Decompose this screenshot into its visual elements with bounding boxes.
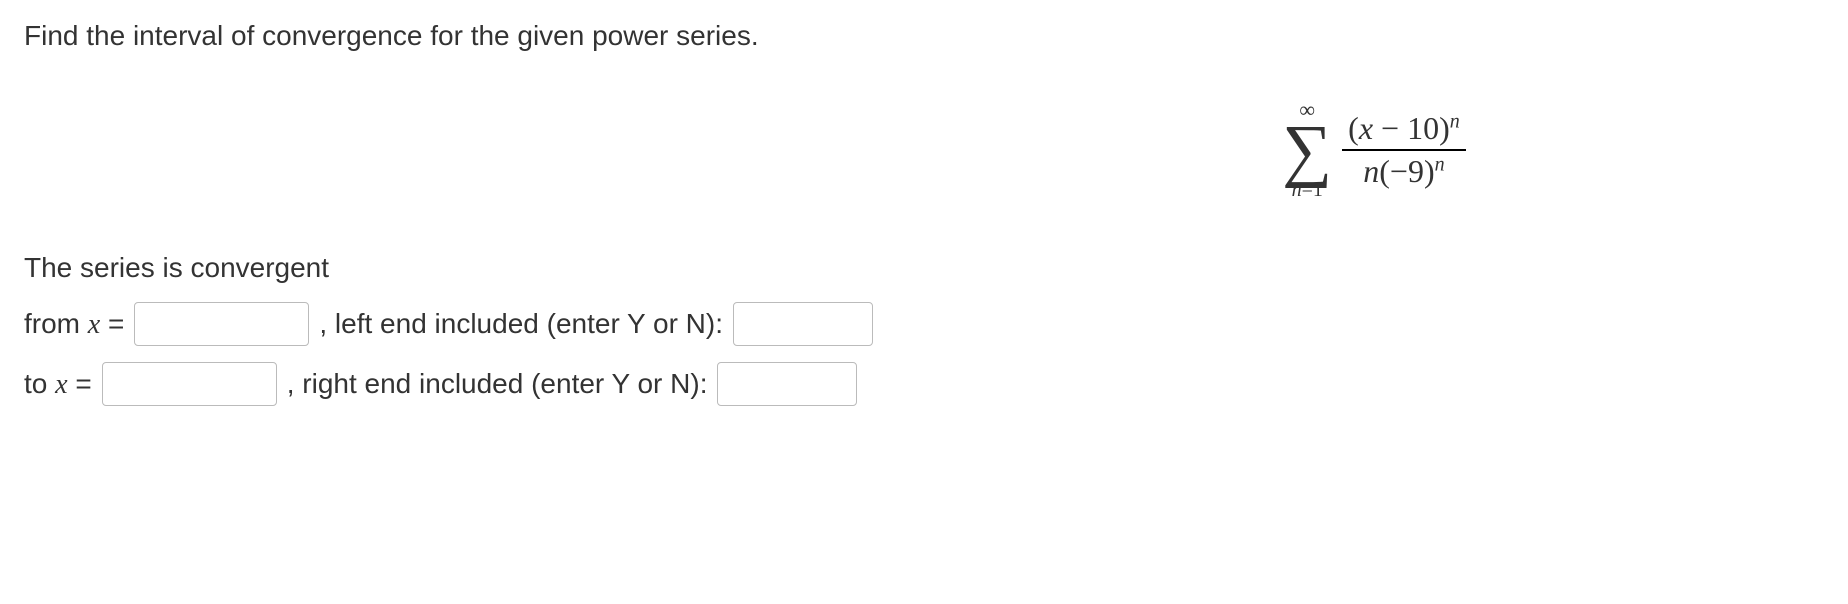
sigma-block: ∞ ∑ n=1 — [1282, 97, 1332, 202]
sigma-symbol: ∑ — [1282, 123, 1332, 179]
left-end-label: , left end included (enter Y or N): — [319, 308, 723, 340]
from-x-input[interactable] — [134, 302, 309, 346]
denominator: n(−9)n — [1357, 151, 1450, 190]
fraction: (x − 10)n n(−9)n — [1342, 110, 1466, 190]
power-series-formula: ∞ ∑ n=1 (x − 10)n n(−9)n — [1282, 97, 1465, 202]
left-end-included-input[interactable] — [733, 302, 873, 346]
question-prompt: Find the interval of convergence for the… — [24, 20, 1824, 52]
right-end-included-input[interactable] — [717, 362, 857, 406]
numerator: (x − 10)n — [1342, 110, 1466, 151]
to-label: to x = — [24, 368, 92, 401]
to-row: to x = , right end included (enter Y or … — [24, 362, 1824, 406]
to-x-input[interactable] — [102, 362, 277, 406]
right-end-label: , right end included (enter Y or N): — [287, 368, 708, 400]
from-row: from x = , left end included (enter Y or… — [24, 302, 1824, 346]
sigma-lower-limit: n=1 — [1292, 179, 1323, 202]
from-label: from x = — [24, 308, 124, 341]
formula-container: ∞ ∑ n=1 (x − 10)n n(−9)n — [24, 92, 1824, 202]
convergent-label: The series is convergent — [24, 252, 1824, 284]
